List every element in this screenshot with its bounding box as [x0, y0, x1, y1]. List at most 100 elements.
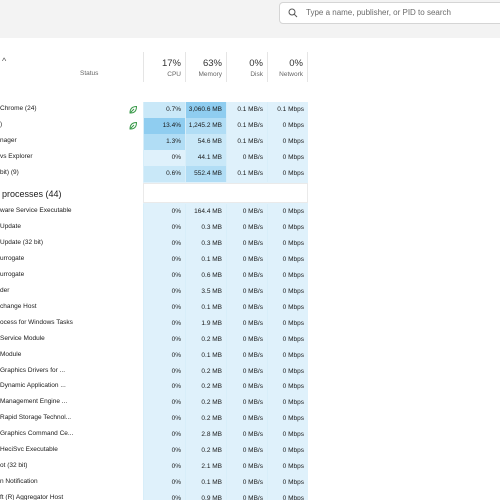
process-name: Service Module: [0, 334, 45, 342]
network-value: 0 Mbps: [267, 267, 308, 284]
memory-value: 2.8 MB: [185, 427, 226, 444]
network-value: 0 Mbps: [267, 395, 308, 412]
network-value: 0 Mbps: [267, 235, 308, 252]
process-row[interactable]: ft (R) Aggregator Host 0% 0.9 MB 0 MB/s 0 Mb…: [0, 491, 500, 500]
cpu-value: 0%: [143, 443, 185, 460]
process-row[interactable]: HeciSvc Executable 0% 0.2 MB 0 MB/s 0 Mbps: [0, 443, 500, 460]
network-value: 0 Mbps: [267, 150, 308, 166]
section-title: processes (44): [2, 189, 62, 199]
disk-value: 0 MB/s: [226, 235, 267, 252]
process-name: Rapid Storage Technol...: [0, 414, 72, 422]
memory-label: Memory: [198, 71, 222, 78]
process-row[interactable]: Chrome (24) 0.7% 3,060.6 MB 0.1 MB/s 0.1 Mbp…: [0, 102, 500, 118]
disk-value: 0 MB/s: [226, 459, 267, 476]
cpu-value: 0%: [143, 459, 185, 476]
efficiency-mode-icon: [129, 105, 138, 114]
disk-value: 0 MB/s: [226, 315, 267, 332]
process-name: der: [0, 286, 10, 294]
process-row[interactable]: ocess for Windows Tasks 0% 1.9 MB 0 MB/s 0 M…: [0, 315, 500, 332]
process-row[interactable]: Dynamic Application ... 0% 0.2 MB 0 MB/s 0 M…: [0, 379, 500, 396]
process-name: Dynamic Application ...: [0, 382, 66, 390]
process-row[interactable]: Update 0% 0.3 MB 0 MB/s 0 Mbps: [0, 219, 500, 236]
process-row[interactable]: der 0% 3.5 MB 0 MB/s 0 Mbps: [0, 283, 500, 300]
cpu-value: 0.7%: [143, 102, 185, 118]
column-memory[interactable]: 63% Memory: [185, 52, 226, 82]
column-disk[interactable]: 0% Disk: [226, 52, 267, 82]
process-row[interactable]: vs Explorer 0% 44.1 MB 0 MB/s 0 Mbps: [0, 150, 500, 166]
column-header: ^ Status 17% CPU 63% Memory 0% Disk 0% N…: [0, 52, 500, 82]
network-value: 0 Mbps: [267, 219, 308, 236]
process-row[interactable]: Module 0% 0.1 MB 0 MB/s 0 Mbps: [0, 347, 500, 364]
cpu-value: 0%: [143, 299, 185, 316]
process-row[interactable]: bit) (9) 0.6% 552.4 MB 0.1 MB/s 0 Mbps: [0, 166, 500, 182]
process-name: bit) (9): [0, 169, 19, 176]
network-value: 0 Mbps: [267, 427, 308, 444]
memory-value: 3.5 MB: [185, 283, 226, 300]
column-cpu[interactable]: 17% CPU: [143, 52, 185, 82]
process-name: Chrome (24): [0, 105, 37, 112]
network-value: 0 Mbps: [267, 475, 308, 492]
process-row[interactable]: ) 13.4% 1,245.2 MB 0.1 MB/s 0 Mbps: [0, 118, 500, 134]
process-row[interactable]: Management Engine ... 0% 0.2 MB 0 MB/s 0 Mbp…: [0, 395, 500, 412]
memory-value: 0.3 MB: [185, 219, 226, 236]
network-value: 0 Mbps: [267, 411, 308, 428]
cpu-value: 0%: [143, 219, 185, 236]
process-name: vs Explorer: [0, 153, 33, 160]
process-name: Graphics Command Ce...: [0, 430, 74, 438]
cpu-value: 0%: [143, 267, 185, 284]
network-value: 0 Mbps: [267, 363, 308, 380]
process-row[interactable]: Update (32 bit) 0% 0.3 MB 0 MB/s 0 Mbps: [0, 235, 500, 252]
search-placeholder: Type a name, publisher, or PID to search: [306, 8, 451, 17]
process-row[interactable]: urrogate 0% 0.1 MB 0 MB/s 0 Mbps: [0, 251, 500, 268]
disk-value: 0 MB/s: [226, 219, 267, 236]
background-processes-header[interactable]: processes (44): [0, 186, 500, 204]
process-name: urrogate: [0, 270, 25, 278]
cpu-value: 0%: [143, 283, 185, 300]
memory-value: 164.4 MB: [185, 204, 226, 220]
sort-up-icon[interactable]: ^: [2, 56, 6, 66]
cpu-value: 0%: [143, 363, 185, 380]
disk-label: Disk: [250, 71, 263, 78]
process-row[interactable]: Service Module 0% 0.2 MB 0 MB/s 0 Mbps: [0, 331, 500, 348]
column-network[interactable]: 0% Network: [267, 52, 308, 82]
cpu-value: 0%: [143, 411, 185, 428]
disk-value: 0 MB/s: [226, 475, 267, 492]
memory-value: 0.1 MB: [185, 475, 226, 492]
memory-value: 0.2 MB: [185, 411, 226, 428]
process-row[interactable]: Rapid Storage Technol... 0% 0.2 MB 0 MB/s 0 …: [0, 411, 500, 428]
cpu-value: 0%: [143, 347, 185, 364]
process-name: n Notification: [0, 478, 38, 486]
process-name: HeciSvc Executable: [0, 446, 58, 454]
memory-value: 0.2 MB: [185, 363, 226, 380]
process-name: Update (32 bit): [0, 238, 43, 246]
memory-value: 54.6 MB: [185, 134, 226, 150]
network-label: Network: [279, 71, 303, 78]
disk-value: 0 MB/s: [226, 379, 267, 396]
memory-value: 0.6 MB: [185, 267, 226, 284]
process-row[interactable]: nager 1.3% 54.6 MB 0.1 MB/s 0 Mbps: [0, 134, 500, 150]
cpu-value: 0%: [143, 395, 185, 412]
process-row[interactable]: Graphics Drivers for ... 0% 0.2 MB 0 MB/s 0 …: [0, 363, 500, 380]
disk-value: 0 MB/s: [226, 363, 267, 380]
process-row[interactable]: ot (32 bit) 0% 2.1 MB 0 MB/s 0 Mbps: [0, 459, 500, 476]
memory-value: 0.1 MB: [185, 299, 226, 316]
search-box[interactable]: Type a name, publisher, or PID to search: [279, 2, 500, 24]
network-total: 0%: [289, 58, 303, 69]
column-status[interactable]: Status: [80, 70, 98, 77]
disk-value: 0.1 MB/s: [226, 134, 267, 150]
memory-value: 0.2 MB: [185, 379, 226, 396]
network-value: 0 Mbps: [267, 283, 308, 300]
cpu-value: 0%: [143, 475, 185, 492]
cpu-value: 0%: [143, 379, 185, 396]
disk-value: 0 MB/s: [226, 251, 267, 268]
cpu-value: 0%: [143, 491, 185, 500]
process-row[interactable]: change Host 0% 0.1 MB 0 MB/s 0 Mbps: [0, 299, 500, 316]
memory-value: 0.9 MB: [185, 491, 226, 500]
cpu-value: 1.3%: [143, 134, 185, 150]
cpu-value: 0%: [143, 315, 185, 332]
process-row[interactable]: ware Service Executable 0% 164.4 MB 0 MB/s 0…: [0, 204, 500, 220]
network-value: 0 Mbps: [267, 166, 308, 182]
process-row[interactable]: n Notification 0% 0.1 MB 0 MB/s 0 Mbps: [0, 475, 500, 492]
process-row[interactable]: urrogate 0% 0.6 MB 0 MB/s 0 Mbps: [0, 267, 500, 284]
process-row[interactable]: Graphics Command Ce... 0% 2.8 MB 0 MB/s 0 Mb…: [0, 427, 500, 444]
